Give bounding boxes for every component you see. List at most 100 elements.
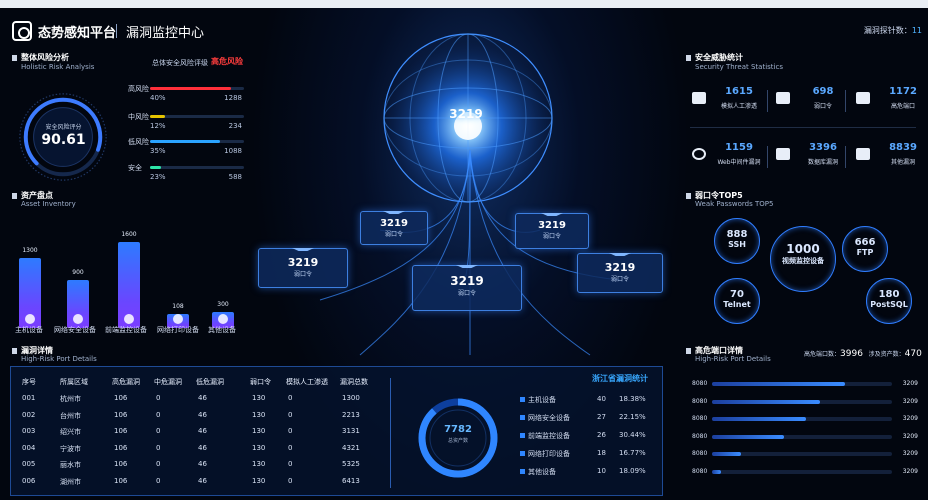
weak-password-card[interactable]: 3219 弱口令 — [515, 213, 589, 249]
asset-bar: 1300 — [19, 244, 41, 328]
weak-password-bubble[interactable]: 180 PostSQL — [866, 278, 912, 324]
globe-core-value: 3219 — [438, 306, 498, 307]
threat-stat-value: 698 — [812, 86, 834, 97]
vuln-table-cell: 杭州市 — [60, 395, 81, 403]
weak-password-count: 70 — [730, 289, 744, 300]
asset-bar-fill — [118, 242, 140, 328]
legend-percent: 18.38% — [619, 395, 646, 403]
highport-total-value: 3996 — [840, 349, 863, 359]
weak-password-card[interactable]: 3219 弱口令 — [412, 265, 522, 311]
asset-bar-label: 前端监控设备 — [105, 326, 147, 334]
threat-stat[interactable]: 698 弱口令 — [776, 86, 856, 120]
legend-percent: 16.77% — [619, 449, 646, 457]
vuln-table-cell: 3131 — [342, 427, 360, 435]
legend-swatch-icon — [520, 451, 525, 456]
legend-count: 40 — [597, 395, 606, 403]
legend-percent: 30.44% — [619, 431, 646, 439]
legend-name: 主机设备 — [528, 396, 556, 404]
threat-stat[interactable]: 1172 高危端口 — [856, 86, 928, 120]
section-marker-icon — [12, 192, 17, 199]
asset-bar: 900 — [67, 266, 89, 328]
legend-swatch-icon — [520, 469, 525, 474]
vuln-table-cell: 130 — [252, 443, 266, 452]
asset-section-subtitle: Asset Inventory — [21, 200, 76, 208]
vuln-table-cell: 46 — [198, 443, 207, 452]
vuln-table-cell: 湖州市 — [60, 477, 81, 486]
vuln-table-cell: 005 — [22, 460, 36, 468]
weak-password-service: PostSQL — [870, 300, 908, 309]
vuln-table-cell: 106 — [114, 427, 128, 435]
asset-bar-fill — [67, 280, 89, 328]
page-title: 漏洞监控中心 — [126, 26, 205, 41]
vuln-table-cell: 0 — [288, 427, 293, 435]
weak-password-card-value: 3219 — [287, 256, 319, 269]
asset-device-icon — [218, 314, 228, 324]
risk-level-row: 高风险 40% 1288 — [128, 84, 244, 108]
risk-level-row: 安全 23% 588 — [128, 163, 244, 187]
threat-stat[interactable]: 1159 Web中间件漏洞 — [692, 142, 772, 176]
risk-level-row: 低风险 35% 1088 — [128, 137, 244, 161]
highport-affected-value: 470 — [904, 349, 922, 359]
asset-bar-value: 1600 — [121, 231, 137, 238]
panel-divider — [390, 378, 391, 488]
section-marker-icon — [686, 54, 691, 61]
legend-name: 其他设备 — [528, 468, 556, 476]
risk-level-count: 1288 — [224, 94, 242, 102]
threat-stat-divider — [767, 146, 768, 168]
risk-level-name: 高风险 — [128, 85, 149, 93]
weak-password-bubble[interactable]: 70 Telnet — [714, 278, 760, 324]
risk-level-bar — [150, 140, 244, 143]
threat-title-text: 安全威胁统计 — [695, 53, 743, 62]
threat-section-subtitle: Security Threat Statistics — [695, 63, 783, 71]
weak-password-card[interactable]: 3219 弱口令 — [577, 253, 663, 293]
weak-password-card-label: 弱口令 — [457, 290, 476, 297]
vuln-table-cell: 0 — [288, 410, 293, 419]
weak-password-bubble[interactable]: 1000 视频监控设备 — [770, 226, 836, 292]
asset-device-icon — [73, 314, 83, 324]
vuln-table-cell: 46 — [198, 410, 207, 419]
port-number: 8080 — [692, 380, 708, 387]
probe-count: 漏洞探针数：11 — [864, 25, 922, 36]
vuln-table-column-header: 中危漏洞 — [154, 378, 182, 386]
weak-password-card-value: 3219 — [450, 274, 484, 288]
vuln-table-cell: 130 — [252, 410, 266, 419]
weak-password-bubble[interactable]: 666 FTP — [842, 226, 888, 272]
asset-bar-value: 1300 — [22, 247, 38, 254]
asset-bar-label: 网络安全设备 — [54, 326, 96, 334]
vuln-section-subtitle: High-Risk Port Details — [21, 355, 97, 363]
asset-device-icon — [25, 314, 35, 324]
threat-stat-divider — [767, 90, 768, 112]
province-legend-row: 主机设备 40 18.38% — [520, 395, 650, 407]
threat-stat[interactable]: 1615 模拟人工渗透 — [692, 86, 772, 120]
vuln-table-cell: 宁波市 — [60, 444, 81, 453]
legend-name: 前端监控设备 — [528, 432, 570, 440]
weakpwd-title-text: 弱口令TOP5 — [695, 191, 743, 200]
vuln-table-column-header: 高危漏洞 — [112, 378, 140, 386]
weak-password-service: Telnet — [723, 300, 751, 309]
weak-password-card[interactable]: 3219 弱口令 — [258, 248, 348, 288]
port-row: 8080 3209 — [692, 380, 918, 394]
threat-stat-divider — [845, 90, 846, 112]
weak-password-count: 180 — [878, 289, 900, 300]
risk-level-percent: 40% — [150, 94, 166, 102]
threat-stat[interactable]: 3396 数据库漏洞 — [776, 142, 856, 176]
highport-section-subtitle: High-Risk Port Details — [695, 355, 771, 363]
risk-section-title: 整体风险分析 — [12, 52, 69, 63]
vuln-table-cell: 106 — [114, 394, 128, 402]
threat-stat-value: 1159 — [725, 142, 753, 153]
card-notch-icon — [541, 213, 563, 216]
threat-stat-value: 1615 — [725, 86, 753, 97]
section-marker-icon — [686, 347, 691, 354]
port-row: 8080 3209 — [692, 468, 918, 482]
threat-stat[interactable]: 8839 其他漏洞 — [856, 142, 928, 176]
threat-stat-value: 8839 — [889, 142, 917, 153]
asset-bar-fill — [19, 258, 41, 328]
vuln-table-cell: 106 — [114, 460, 128, 468]
threat-stat-label: Web中间件漏洞 — [717, 159, 761, 166]
risk-level-percent: 35% — [150, 147, 166, 155]
threat-stat-label: 其他漏洞 — [890, 159, 915, 166]
port-bar — [712, 417, 892, 421]
vuln-table-cell: 130 — [252, 394, 266, 402]
weak-password-bubble[interactable]: 888 SSH — [714, 218, 760, 264]
weak-password-card[interactable]: 3219 弱口令 — [360, 211, 428, 245]
